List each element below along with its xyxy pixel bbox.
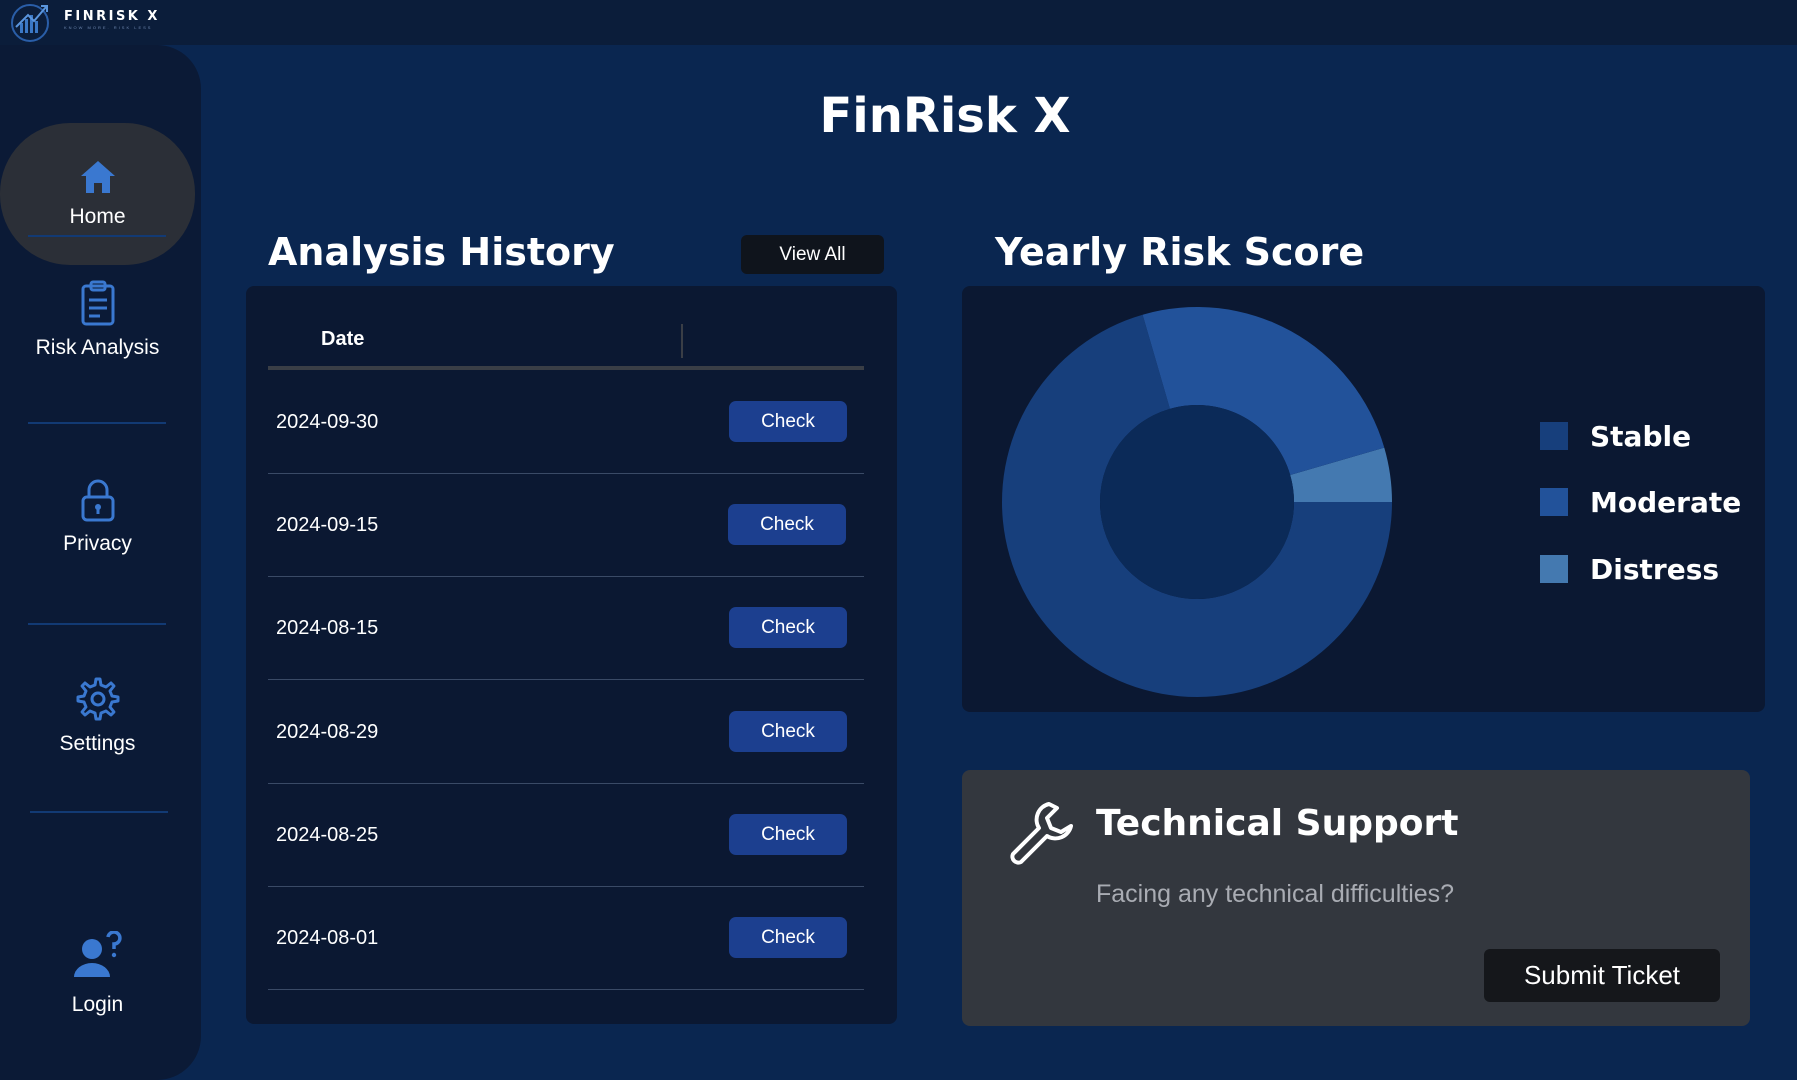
legend-label: Moderate [1590, 486, 1742, 519]
table-row: 2024-08-25 Check [268, 783, 864, 887]
sidebar-item-label: Home [69, 205, 126, 228]
sidebar-item-privacy[interactable]: Privacy [0, 478, 195, 556]
table-header: Date [268, 306, 864, 370]
legend-swatch-moderate [1540, 488, 1568, 516]
legend-label: Distress [1590, 553, 1720, 586]
clipboard-icon [81, 280, 114, 326]
sidebar-divider [28, 235, 166, 237]
table-row: 2024-08-29 Check [268, 680, 864, 784]
support-subtitle: Facing any technical difficulties? [1096, 880, 1455, 908]
table-row: 2024-09-15 Check [268, 473, 864, 577]
check-button[interactable]: Check [729, 401, 847, 442]
legend-label: Stable [1590, 420, 1692, 453]
logo-tagline: KNOW MORE. RISK LESS [64, 25, 153, 30]
risk-donut-chart [1002, 307, 1392, 697]
logo-icon [11, 4, 49, 42]
table-row: 2024-08-15 Check [268, 576, 864, 680]
column-header-date: Date [321, 328, 365, 350]
check-button[interactable]: Check [729, 917, 847, 958]
row-date: 2024-08-29 [276, 721, 379, 743]
sidebar-item-label: Risk Analysis [35, 336, 160, 359]
table-row: 2024-08-01 Check [268, 886, 864, 990]
column-divider [681, 324, 683, 358]
risk-chart-title: Yearly Risk Score [995, 230, 1365, 274]
row-date: 2024-08-25 [276, 824, 379, 846]
check-button[interactable]: Check [728, 504, 846, 545]
submit-ticket-button[interactable]: Submit Ticket [1484, 949, 1720, 1002]
analysis-history-title: Analysis History [268, 230, 615, 274]
check-button[interactable]: Check [729, 607, 847, 648]
logo-text: FINRISK X [64, 9, 160, 24]
row-date: 2024-08-15 [276, 617, 379, 639]
lock-icon [81, 479, 114, 522]
wrench-icon [1010, 802, 1073, 865]
row-date: 2024-09-15 [276, 514, 379, 536]
legend-swatch-distress [1540, 555, 1568, 583]
sidebar-item-login[interactable]: Login [0, 931, 195, 1017]
sidebar-item-home[interactable]: Home [0, 123, 195, 265]
gear-icon [76, 677, 119, 721]
risk-chart-panel: Stable Moderate Distress [962, 286, 1765, 712]
top-bar: FINRISK X KNOW MORE. RISK LESS [0, 0, 1797, 45]
view-all-button[interactable]: View All [741, 235, 884, 274]
sidebar-item-label: Settings [59, 732, 136, 755]
sidebar-divider [28, 422, 166, 424]
row-date: 2024-08-01 [276, 927, 379, 949]
sidebar-item-label: Login [71, 993, 124, 1016]
legend-swatch-stable [1540, 422, 1568, 450]
table-row: 2024-09-30 Check [268, 370, 864, 474]
page-title: FinRisk X [819, 88, 1071, 144]
row-date: 2024-09-30 [276, 411, 379, 433]
sidebar-divider [28, 623, 166, 625]
donut-hole [1100, 405, 1294, 599]
technical-support-card: Technical Support Facing any technical d… [962, 770, 1750, 1026]
sidebar-item-settings[interactable]: Settings [0, 676, 195, 756]
check-button[interactable]: Check [729, 711, 847, 752]
check-button[interactable]: Check [729, 814, 847, 855]
home-icon [80, 161, 115, 193]
sidebar: Home Risk Analysis Privacy Settings Logi… [0, 45, 201, 1080]
sidebar-item-risk-analysis[interactable]: Risk Analysis [0, 280, 195, 360]
sidebar-item-label: Privacy [63, 532, 132, 555]
analysis-history-table: Date 2024-09-30 Check 2024-09-15 Check 2… [246, 286, 897, 1024]
user-question-icon [73, 931, 122, 977]
sidebar-divider [30, 811, 168, 813]
support-title: Technical Support [1096, 803, 1459, 844]
